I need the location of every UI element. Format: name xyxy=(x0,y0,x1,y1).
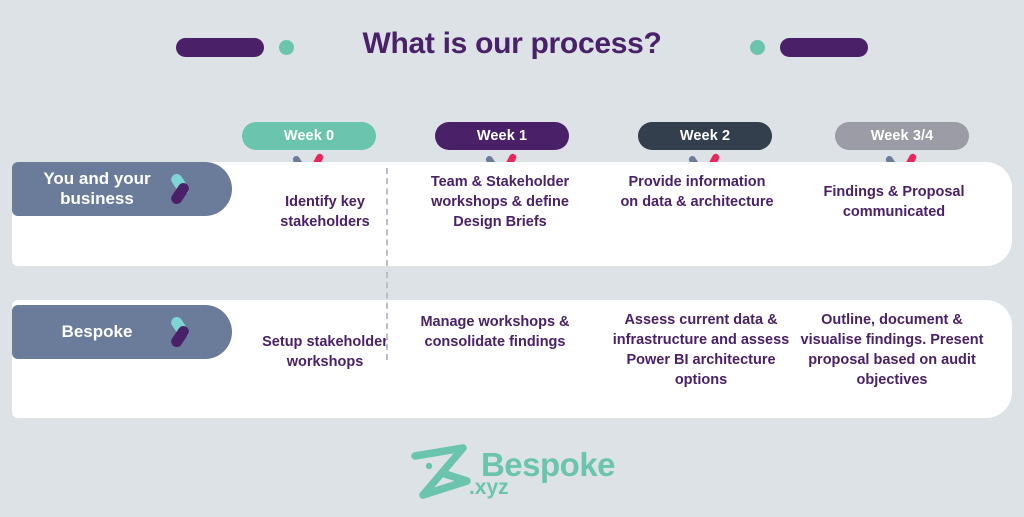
chevron-arrow-icon xyxy=(169,171,210,207)
column-divider-upper xyxy=(386,168,388,266)
process-cell-r1-week3: Findings & Proposal communicated xyxy=(823,184,965,220)
process-cell-r2-week1: Manage workshops & consolidate findings xyxy=(420,314,570,350)
footer-logo: Bespoke .xyz xyxy=(0,438,1024,508)
logo-dot xyxy=(425,462,433,470)
process-cell-r2-week3: Outline, document & visualise findings. … xyxy=(800,312,984,388)
row-label-text-1: You and your business xyxy=(43,169,151,208)
process-cell-r2-week2: Assess current data & infrastructure and… xyxy=(612,312,790,388)
week-pill-2[interactable]: Week 2 xyxy=(638,122,772,150)
row-label-you-and-your-business[interactable]: You and your business xyxy=(12,162,232,216)
row-label-bespoke[interactable]: Bespoke xyxy=(12,305,232,359)
page-title: What is our process? xyxy=(362,27,662,60)
process-cell-r1-week0: Identify key stakeholders xyxy=(280,194,370,230)
chevron-arrow-icon xyxy=(169,314,210,350)
logo-wordmark: Bespoke .xyz xyxy=(469,448,616,498)
week-pill-3[interactable]: Week 3/4 xyxy=(835,122,969,150)
decorative-pill-right xyxy=(780,38,868,57)
column-divider-lower xyxy=(386,272,388,360)
process-cell-r1-week2: Provide information on data & architectu… xyxy=(620,174,774,210)
logo-tld: .xyz xyxy=(468,476,509,499)
bespoke-z-logo-mark xyxy=(411,444,471,499)
process-cell-r1-week1: Team & Stakeholder workshops & define De… xyxy=(430,174,570,230)
header: What is our process? xyxy=(0,0,1024,96)
week-pill-1[interactable]: Week 1 xyxy=(435,122,569,150)
process-cell-r2-week0: Setup stakeholder workshops xyxy=(262,334,388,370)
row-label-text-2: Bespoke xyxy=(61,322,133,341)
week-pill-0[interactable]: Week 0 xyxy=(242,122,376,150)
decorative-dot-right xyxy=(750,40,765,55)
